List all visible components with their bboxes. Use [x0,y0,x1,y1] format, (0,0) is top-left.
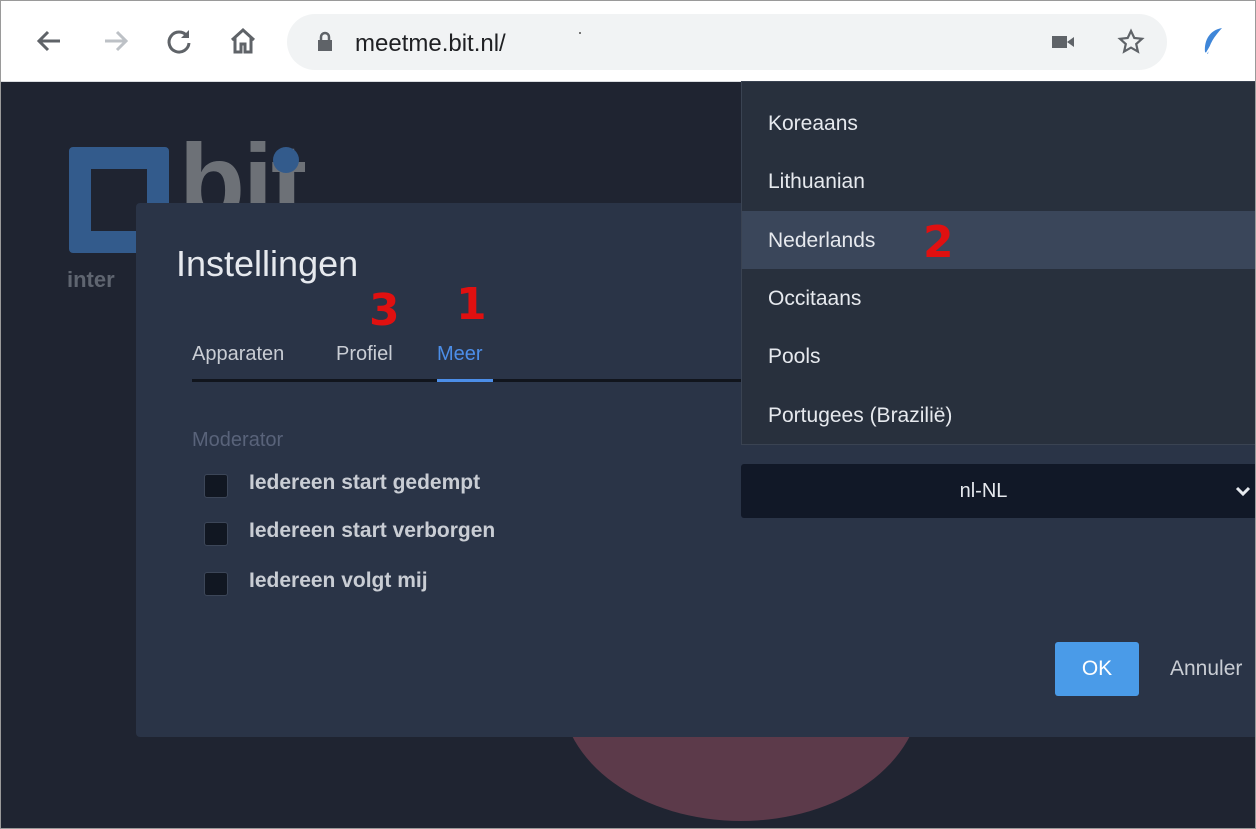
active-tab-indicator [437,379,493,382]
tab-meer[interactable]: Meer [437,343,483,366]
checkbox[interactable] [204,572,228,596]
dropdown-item-lithuanian[interactable]: Lithuanian [742,152,1255,210]
dropdown-item-occitaans[interactable]: Occitaans [742,269,1255,327]
feather-extension-icon[interactable] [1195,23,1231,59]
camera-icon[interactable] [1045,24,1081,60]
address-bar[interactable]: meetme.bit.nl/ [287,14,1167,70]
cancel-button[interactable]: Annuler [1170,657,1242,681]
reload-icon[interactable] [161,23,197,59]
checkbox-label[interactable]: Iedereen start gedempt [249,471,480,495]
lock-icon [307,24,343,60]
dropdown-item-label: Koreaans [768,112,858,135]
annotation-step-1: 1 [456,279,487,330]
cursor-mark [579,32,581,34]
dropdown-item-portugees[interactable]: Portugees (Brazilië) [742,386,1255,444]
logo-dot [273,147,299,173]
section-label-moderator: Moderator [192,429,284,451]
dropdown-item-label: Pools [768,345,821,368]
dropdown-item-koreaans[interactable]: Koreaans [742,94,1255,152]
dropdown-item-label: Occitaans [768,287,862,310]
dropdown-item-label: Nederlands [768,229,876,252]
browser-window: meetme.bit.nl/ bit inter Instellingen Ap… [0,0,1256,829]
dropdown-item-label: Lithuanian [768,170,865,193]
checkbox[interactable] [204,474,228,498]
checkbox[interactable] [204,522,228,546]
language-select[interactable]: nl-NL [741,464,1255,518]
dropdown-item-pools[interactable]: Pools [742,327,1255,385]
tab-profiel[interactable]: Profiel [336,343,393,366]
annotation-step-3: 3 [369,285,400,336]
forward-arrow-icon[interactable] [98,23,134,59]
logo-subtext: inter [67,267,115,292]
back-arrow-icon[interactable] [31,23,67,59]
language-dropdown: Koreaans Lithuanian Nederlands Occitaans… [741,81,1255,445]
dropdown-item-nederlands[interactable]: Nederlands [742,211,1255,269]
tab-apparaten[interactable]: Apparaten [192,343,284,366]
language-select-value: nl-NL [959,480,1008,502]
home-icon[interactable] [225,23,261,59]
annotation-step-2: 2 [923,217,954,268]
checkbox-label[interactable]: Iedereen start verborgen [249,519,495,543]
bookmark-star-icon[interactable] [1113,24,1149,60]
chevron-down-icon [1235,484,1251,502]
dropdown-item-label: Portugees (Brazilië) [768,404,953,427]
dialog-title: Instellingen [176,243,359,284]
ok-button[interactable]: OK [1055,642,1139,696]
checkbox-label[interactable]: Iedereen volgt mij [249,569,428,593]
url-text: meetme.bit.nl/ [355,30,506,57]
browser-toolbar: meetme.bit.nl/ [1,1,1255,82]
